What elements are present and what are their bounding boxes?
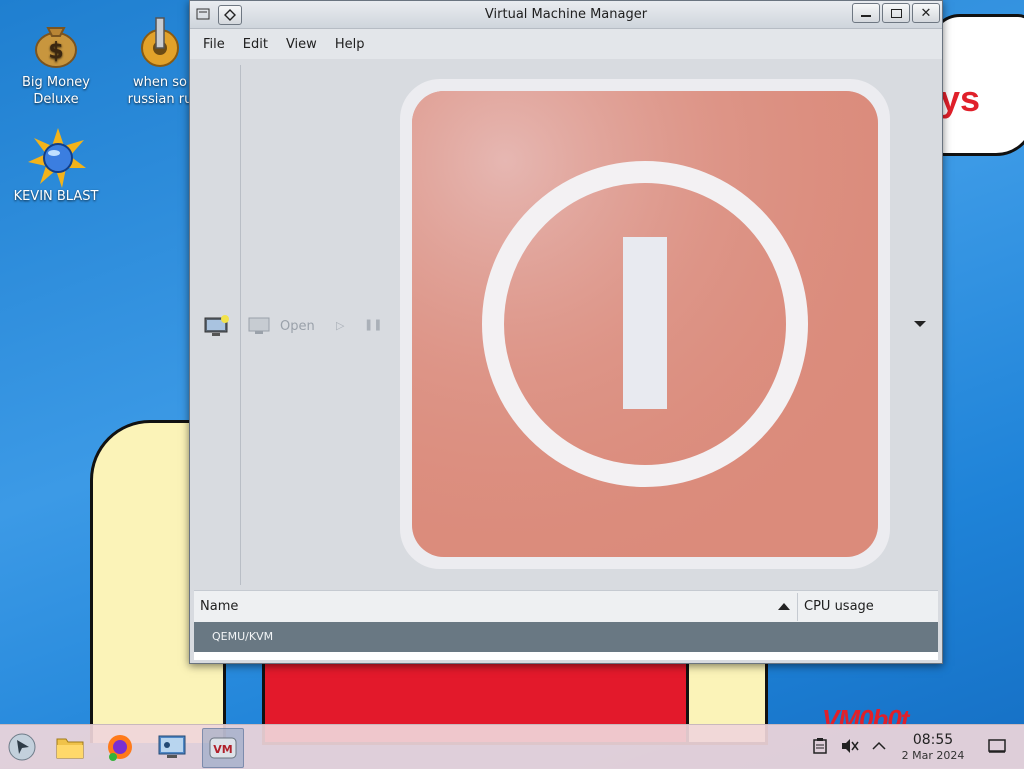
virtual-machine-manager-window: Virtual Machine Manager ✕ File Edit View… xyxy=(189,0,943,664)
run-button[interactable]: ▷ xyxy=(336,319,344,332)
window-title: Virtual Machine Manager xyxy=(484,7,648,22)
svg-text:$: $ xyxy=(48,39,63,64)
new-vm-button[interactable] xyxy=(204,315,230,337)
menu-bar: File Edit View Help xyxy=(190,29,942,59)
volume-muted-icon[interactable] xyxy=(841,737,859,755)
minimize-icon xyxy=(861,15,871,17)
shutdown-icon[interactable] xyxy=(390,69,900,579)
menu-file[interactable]: File xyxy=(194,33,234,56)
open-label: Open xyxy=(280,318,315,334)
start-menu-button[interactable] xyxy=(2,728,42,766)
desktop-icon-label: KEVIN BLAST xyxy=(13,189,99,204)
new-vm-icon xyxy=(204,315,229,336)
taskbar-virt-manager[interactable]: VM xyxy=(202,728,244,768)
clock-time[interactable]: 08:55 xyxy=(900,732,966,748)
taskbar-file-manager[interactable] xyxy=(50,728,90,766)
menu-help[interactable]: Help xyxy=(326,33,374,56)
list-item[interactable]: QEMU/KVM xyxy=(194,622,938,652)
clock-date[interactable]: 2 Mar 2024 xyxy=(894,749,972,762)
sort-ascending-icon[interactable] xyxy=(778,603,790,610)
menu-edit[interactable]: Edit xyxy=(234,33,277,56)
desktop-icon-label: Big Money Deluxe xyxy=(21,75,90,107)
menu-view[interactable]: View xyxy=(277,33,326,56)
monitor-icon xyxy=(248,317,270,334)
wallpaper-bubble-text: ys xyxy=(940,78,981,119)
pause-button[interactable]: ❚❚ xyxy=(364,318,382,331)
column-cpu-usage-header[interactable]: CPU usage xyxy=(804,599,874,614)
pause-icon: ❚❚ xyxy=(364,318,383,331)
maximize-button[interactable] xyxy=(882,3,910,23)
taskbar-system-settings[interactable] xyxy=(152,728,192,766)
taskbar: VM 08:55 2 Mar 2024 xyxy=(0,724,1024,769)
vm-list-header: Name CPU usage xyxy=(194,590,938,623)
globe-burst-icon xyxy=(28,128,86,188)
gear-tower-icon xyxy=(132,14,188,70)
column-divider[interactable] xyxy=(797,593,798,621)
minimize-button[interactable] xyxy=(852,3,880,23)
money-bag-icon: $ xyxy=(28,14,84,70)
desktop-icon-big-money[interactable]: $ Big Money Deluxe xyxy=(8,14,104,108)
toolbar: Open ▷ ❚❚ xyxy=(194,59,938,589)
open-button[interactable]: Open xyxy=(248,317,315,335)
toolbar-separator xyxy=(240,65,241,585)
close-icon: ✕ xyxy=(920,5,932,21)
toolbar-overflow-dropdown[interactable] xyxy=(914,321,926,327)
svg-text:VM: VM xyxy=(213,743,232,756)
firefox-icon xyxy=(108,735,132,761)
window-titlebar[interactable]: Virtual Machine Manager ✕ xyxy=(190,1,942,29)
close-button[interactable]: ✕ xyxy=(912,3,940,23)
vm-icon: VM xyxy=(209,737,237,759)
clipboard-icon[interactable] xyxy=(811,737,829,755)
folder-icon xyxy=(56,738,84,759)
chevron-up-icon[interactable] xyxy=(870,737,888,755)
start-icon xyxy=(8,733,36,761)
maximize-icon xyxy=(890,8,902,18)
vm-list-empty-area[interactable] xyxy=(194,652,938,660)
connection-name: QEMU/KVM xyxy=(212,630,274,643)
show-desktop-icon[interactable] xyxy=(988,737,1006,755)
taskbar-firefox[interactable] xyxy=(100,728,140,766)
settings-icon xyxy=(158,735,186,758)
play-icon: ▷ xyxy=(336,319,345,332)
column-name-header[interactable]: Name xyxy=(200,599,238,614)
desktop-icon-kevin-blast[interactable]: KEVIN BLAST xyxy=(8,128,104,205)
